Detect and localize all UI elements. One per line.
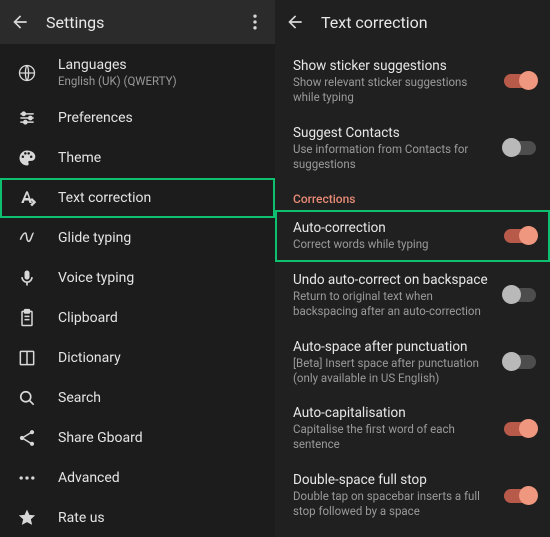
setting-label: Undo auto-correct on backspace (293, 272, 488, 288)
toggle[interactable] (504, 74, 536, 88)
item-label: Languages (58, 57, 261, 73)
item-label: Search (58, 390, 261, 406)
setting-label: Auto-space after punctuation (293, 339, 488, 355)
section-spelling-and-grammar: Spelling and grammar (275, 529, 550, 537)
item-label: Preferences (58, 110, 261, 126)
setting-sub: Double tap on spacebar inserts a full st… (293, 489, 488, 519)
setting-sub: Use information from Contacts for sugges… (293, 142, 488, 172)
setting-sub: Return to original text when backspacing… (293, 289, 488, 319)
item-label: Clipboard (58, 310, 261, 326)
sliders-icon (16, 108, 38, 128)
text-correction-pane: Text correction Show sticker suggestions… (275, 0, 550, 537)
text-correction-list: Show sticker suggestionsShow relevant st… (275, 44, 550, 537)
settings-item-preferences[interactable]: Preferences (0, 98, 275, 138)
back-icon[interactable] (10, 12, 30, 32)
setting-label: Double-space full stop (293, 472, 488, 488)
setting-show-sticker-suggestions[interactable]: Show sticker suggestionsShow relevant st… (275, 48, 550, 115)
star-icon (16, 508, 38, 528)
settings-item-share-gboard[interactable]: Share Gboard (0, 418, 275, 458)
setting-auto-capitalisation[interactable]: Auto-capitalisationCapitalise the first … (275, 395, 550, 462)
item-label: Share Gboard (58, 430, 261, 446)
toggle[interactable] (504, 288, 536, 302)
item-label: Advanced (58, 470, 261, 486)
item-label: Dictionary (58, 350, 261, 366)
item-label: Theme (58, 150, 261, 166)
settings-item-dictionary[interactable]: Dictionary (0, 338, 275, 378)
setting-label: Suggest Contacts (293, 125, 488, 141)
settings-item-text-correction[interactable]: Text correction (0, 178, 275, 218)
setting-label: Auto-capitalisation (293, 405, 488, 421)
setting-auto-correction[interactable]: Auto-correctionCorrect words while typin… (275, 210, 550, 262)
gesture-icon (16, 228, 38, 248)
more-icon[interactable] (245, 12, 265, 32)
setting-label: Auto-correction (293, 220, 488, 236)
section-corrections: Corrections (275, 182, 550, 210)
item-sub: English (UK) (QWERTY) (58, 74, 261, 89)
clipboard-icon (16, 308, 38, 328)
settings-item-advanced[interactable]: Advanced (0, 458, 275, 498)
settings-item-glide-typing[interactable]: Glide typing (0, 218, 275, 258)
toggle[interactable] (504, 229, 536, 243)
setting-double-space-full-stop[interactable]: Double-space full stopDouble tap on spac… (275, 462, 550, 529)
text-correction-title: Text correction (321, 13, 428, 32)
setting-sub: Capitalise the first word of each senten… (293, 422, 488, 452)
search-icon (16, 388, 38, 408)
setting-label: Show sticker suggestions (293, 58, 488, 74)
setting-sub: Show relevant sticker suggestions while … (293, 75, 488, 105)
globe-icon (16, 63, 38, 83)
settings-pane: Settings LanguagesEnglish (UK) (QWERTY) P… (0, 0, 275, 537)
toggle[interactable] (504, 422, 536, 436)
settings-item-clipboard[interactable]: Clipboard (0, 298, 275, 338)
item-label: Glide typing (58, 230, 261, 246)
settings-item-languages[interactable]: LanguagesEnglish (UK) (QWERTY) (0, 48, 275, 98)
settings-item-theme[interactable]: Theme (0, 138, 275, 178)
setting-sub: [Beta] Insert space after punctuation (o… (293, 356, 488, 386)
settings-item-search[interactable]: Search (0, 378, 275, 418)
dots-icon (16, 468, 38, 488)
mic-icon (16, 268, 38, 288)
item-label: Rate us (58, 510, 261, 526)
toggle[interactable] (504, 141, 536, 155)
text-correction-icon (16, 188, 38, 208)
setting-suggest-contacts[interactable]: Suggest ContactsUse information from Con… (275, 115, 550, 182)
settings-title: Settings (46, 13, 104, 32)
toggle[interactable] (504, 489, 536, 503)
text-correction-appbar: Text correction (275, 0, 550, 44)
settings-list: LanguagesEnglish (UK) (QWERTY) Preference… (0, 44, 275, 537)
back-icon[interactable] (285, 12, 305, 32)
book-icon (16, 348, 38, 368)
share-icon (16, 428, 38, 448)
item-label: Text correction (58, 190, 261, 206)
setting-auto-space-after-punctuation[interactable]: Auto-space after punctuation[Beta] Inser… (275, 329, 550, 396)
palette-icon (16, 148, 38, 168)
settings-item-rate-us[interactable]: Rate us (0, 498, 275, 537)
settings-item-voice-typing[interactable]: Voice typing (0, 258, 275, 298)
toggle[interactable] (504, 355, 536, 369)
setting-sub: Correct words while typing (293, 237, 488, 252)
setting-undo-auto-correct-on-backspace[interactable]: Undo auto-correct on backspaceReturn to … (275, 262, 550, 329)
item-label: Voice typing (58, 270, 261, 286)
settings-appbar: Settings (0, 0, 275, 44)
